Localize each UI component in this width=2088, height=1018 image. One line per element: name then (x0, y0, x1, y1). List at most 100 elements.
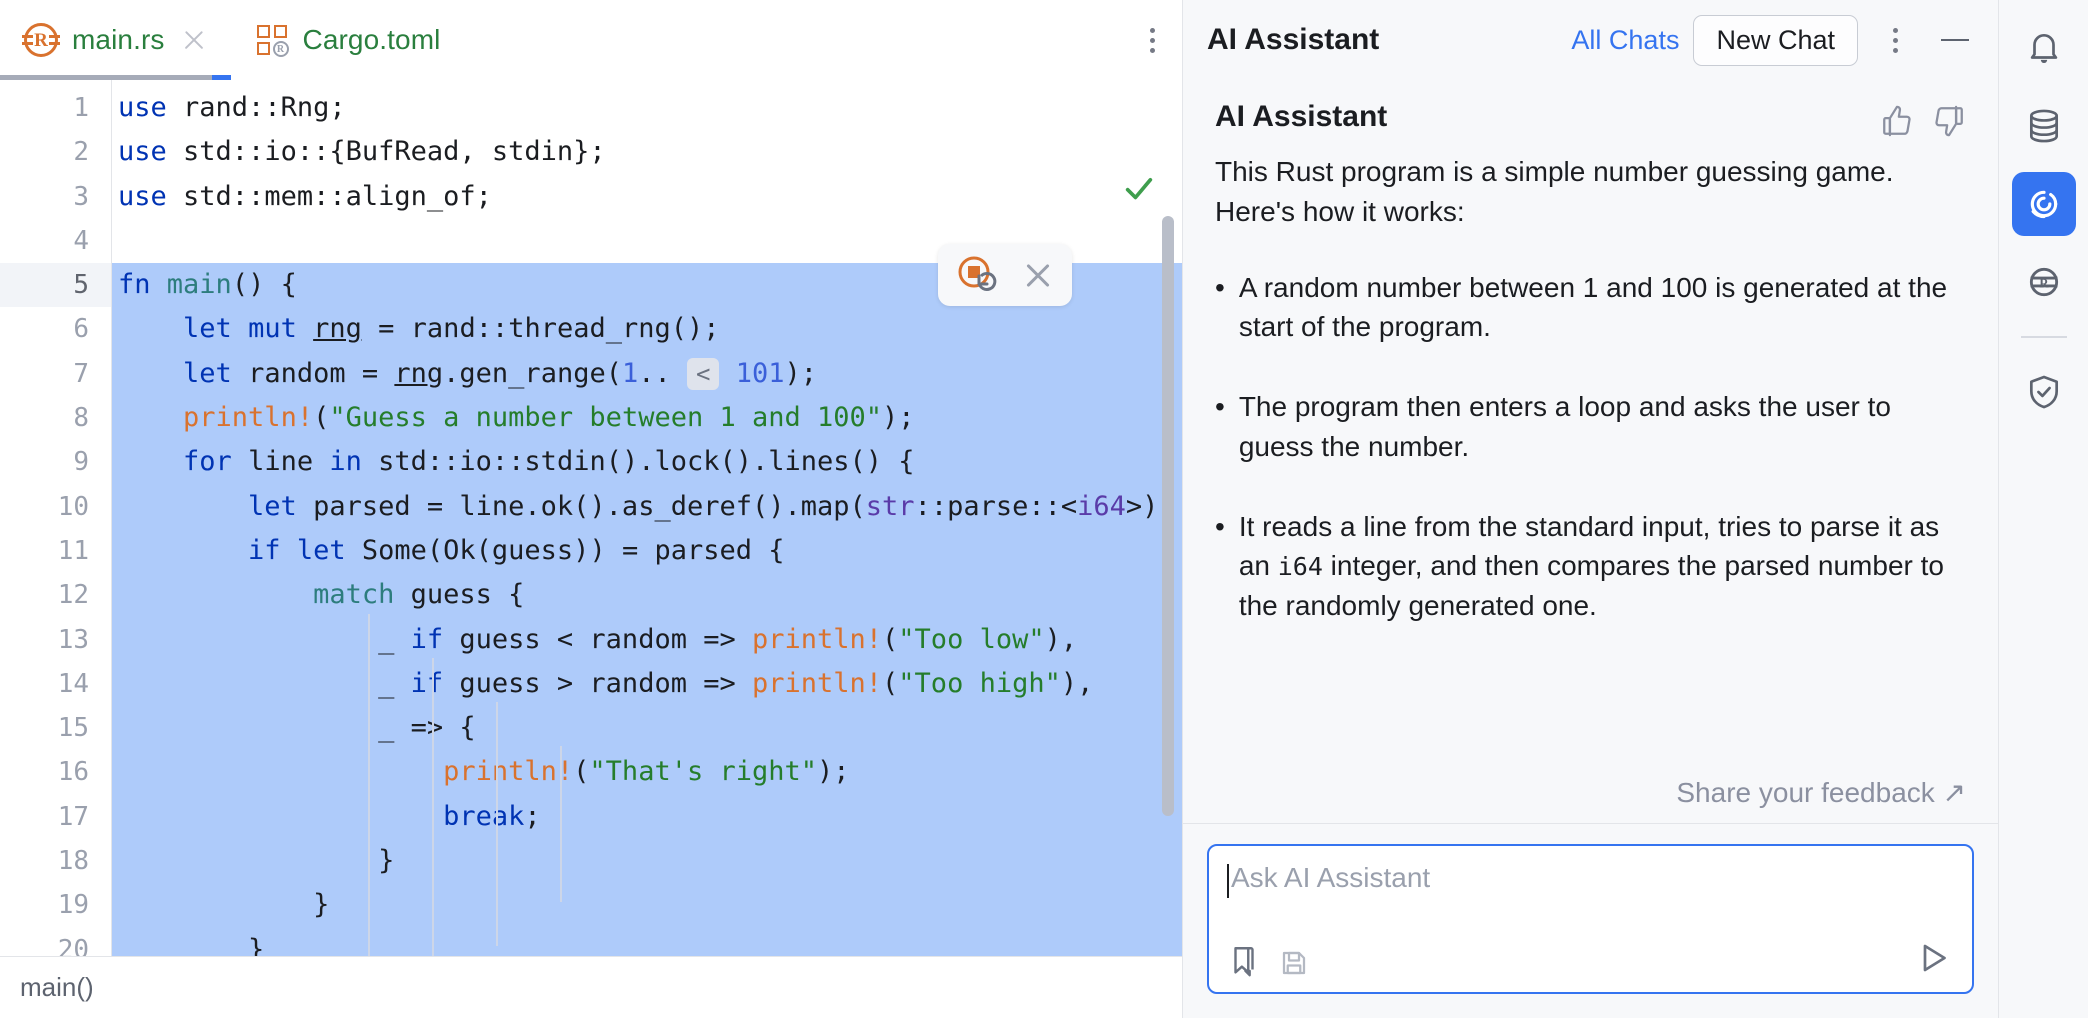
list-item-text: A random number between 1 and 100 is gen… (1238, 271, 1948, 343)
ask-ai-input[interactable]: Ask AI Assistant (1207, 844, 1974, 994)
line-number: 1 (73, 93, 89, 123)
line-number: 20 (57, 934, 89, 956)
shield-check-icon[interactable] (2012, 360, 2076, 424)
list-item: • A random number between 1 and 100 is g… (1215, 268, 1966, 348)
line-number: 18 (57, 846, 89, 877)
line-number: 3 (73, 181, 89, 212)
editor-tabbar: R main.rs R Cargo.toml (0, 0, 1182, 80)
code-line: let random = rng.gen_range(1.. < 101); (112, 351, 1182, 397)
ai-message-intro: This Rust program is a simple number gue… (1215, 156, 1894, 227)
editor-tab-options-button[interactable] (1122, 0, 1182, 80)
minimize-icon (1941, 38, 1969, 42)
indent-guide (368, 614, 370, 956)
code-line: break; (112, 794, 1182, 840)
line-number: 12 (57, 580, 89, 611)
line-number-gutter: 1 2 3 4 5 6 7 8 9 10 11 12 13 14 15 16 1… (0, 80, 112, 956)
list-item-text: It reads a line from the standard input,… (1238, 510, 1944, 622)
svg-text:R: R (2039, 277, 2049, 291)
ai-assistant-icon[interactable] (2011, 172, 2076, 236)
code-line: use std::mem::align_of; (118, 180, 492, 212)
ai-panel-options-button[interactable] (1872, 17, 1918, 63)
ai-input-area: Ask AI Assistant (1183, 823, 1998, 1018)
ai-message-bullets: • A random number between 1 and 100 is g… (1215, 268, 1966, 626)
kebab-menu-icon (1892, 27, 1898, 53)
code-line: _ if guess < random => println!("Too low… (112, 617, 1182, 662)
list-item: • The program then enters a loop and ask… (1215, 387, 1966, 467)
divider (2020, 336, 2067, 338)
breadcrumb[interactable]: main() (20, 972, 94, 1003)
editor-vertical-scrollbar[interactable] (1162, 216, 1174, 816)
feedback-buttons (1880, 100, 1966, 138)
editor-floating-toolbar[interactable] (938, 244, 1072, 306)
thumbs-up-icon[interactable] (1880, 104, 1914, 138)
rust-icon[interactable]: R (2012, 250, 2076, 314)
code-line: } (112, 883, 1182, 928)
text-caret (1227, 864, 1229, 898)
inspection-ok-checkmark-icon[interactable] (1122, 172, 1156, 206)
line-number: 8 (73, 403, 89, 434)
code-line: println!("That's right"); (112, 750, 1182, 795)
inlay-hint[interactable]: < (687, 357, 720, 390)
rust-reload-icon[interactable] (955, 253, 999, 297)
code-line: match guess { (112, 573, 1182, 618)
code-text-area[interactable]: use rand::Rng; use std::io::{BufRead, st… (112, 80, 1182, 956)
toml-file-icon: R (255, 23, 289, 57)
line-number: 14 (57, 668, 89, 699)
code-line: _ => { (112, 706, 1182, 751)
indent-guide (432, 658, 434, 956)
tab-label: main.rs (72, 24, 165, 55)
ai-chat-body: AI Assistant This Rust program is a simp… (1183, 80, 1998, 823)
send-icon[interactable] (1916, 940, 1952, 976)
new-chat-button[interactable]: New Chat (1693, 14, 1858, 66)
code-line: for line in std::io::stdin().lock().line… (112, 440, 1182, 485)
tabbar-spacer (462, 0, 1122, 80)
code-line: use std::io::{BufRead, stdin}; (118, 136, 606, 168)
line-number: 7 (73, 358, 89, 389)
share-feedback-link[interactable]: Share your feedback ↗ (1676, 776, 1966, 809)
editor-body: 1 2 3 4 5 6 7 8 9 10 11 12 13 14 15 16 1… (0, 80, 1182, 956)
bookmark-attach-icon[interactable] (1227, 944, 1261, 978)
database-icon[interactable] (2012, 94, 2076, 158)
all-chats-link[interactable]: All Chats (1571, 25, 1679, 56)
line-number: 9 (73, 447, 89, 478)
indent-guide (560, 746, 562, 902)
line-number: 2 (73, 137, 89, 168)
ai-assistant-panel: AI Assistant All Chats New Chat AI Assis… (1182, 0, 1998, 1018)
tab-cargo-toml[interactable]: R Cargo.toml (231, 0, 463, 80)
ai-message-header: AI Assistant (1215, 100, 1966, 138)
line-number: 4 (73, 225, 89, 256)
code-line: _ if guess > random => println!("Too hig… (112, 661, 1182, 707)
line-number: 5 (0, 263, 111, 308)
right-tool-strip: R (1998, 0, 2088, 1018)
line-number: 6 (73, 314, 89, 345)
line-number: 13 (57, 624, 89, 655)
line-number: 10 (57, 491, 89, 522)
code-line: } (112, 839, 1182, 884)
ide-window: R main.rs R Cargo.toml 1 2 3 4 5 6 7 8 9… (0, 0, 2088, 1018)
tab-close-icon[interactable] (179, 25, 209, 55)
bullet-dot: • (1215, 391, 1225, 422)
line-number: 17 (57, 801, 89, 832)
inline-code: i64 (1277, 552, 1323, 582)
ai-panel-minimize-button[interactable] (1932, 17, 1978, 63)
floppy-save-icon[interactable] (1279, 948, 1309, 978)
list-item-text: The program then enters a loop and asks … (1238, 391, 1891, 462)
tab-main-rs[interactable]: R main.rs (0, 0, 231, 80)
thumbs-down-icon[interactable] (1932, 104, 1966, 138)
close-icon[interactable] (1021, 258, 1055, 292)
ai-input-toolbar (1227, 944, 1309, 978)
tab-label: Cargo.toml (302, 24, 441, 55)
line-number: 19 (57, 890, 89, 921)
notifications-icon[interactable] (2012, 16, 2076, 80)
editor-pane: R main.rs R Cargo.toml 1 2 3 4 5 6 7 8 9… (0, 0, 1182, 1018)
bullet-dot: • (1215, 510, 1225, 542)
list-item: • It reads a line from the standard inpu… (1215, 507, 1966, 626)
ai-assistant-header: AI Assistant All Chats New Chat (1183, 0, 1998, 80)
indent-guide (496, 702, 498, 946)
rust-file-icon: R (22, 23, 60, 57)
bullet-dot: • (1215, 271, 1225, 303)
code-line: let mut rng = rand::thread_rng(); (112, 307, 1182, 352)
ai-message-author: AI Assistant (1215, 100, 1388, 133)
code-line: if let Some(Ok(guess)) = parsed { (112, 528, 1182, 574)
line-number: 16 (57, 757, 89, 788)
